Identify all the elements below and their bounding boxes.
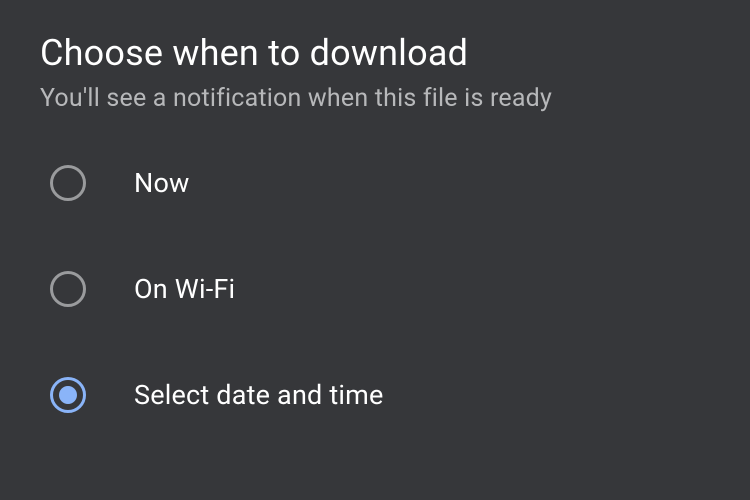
dialog-subtitle: You'll see a notification when this file… <box>40 84 710 113</box>
dialog-title: Choose when to download <box>40 32 710 74</box>
radio-button-icon <box>50 271 86 307</box>
radio-label: Now <box>134 167 190 199</box>
when-to-download-radio-group: Now On Wi-Fi Select date and time <box>40 165 710 413</box>
radio-label: On Wi-Fi <box>134 273 235 305</box>
radio-option-select-date-time[interactable]: Select date and time <box>50 377 710 413</box>
radio-option-now[interactable]: Now <box>50 165 710 201</box>
radio-label: Select date and time <box>134 379 384 411</box>
download-schedule-dialog: Choose when to download You'll see a not… <box>0 0 750 445</box>
radio-button-icon <box>50 165 86 201</box>
radio-button-icon <box>50 377 86 413</box>
radio-option-on-wifi[interactable]: On Wi-Fi <box>50 271 710 307</box>
radio-dot-icon <box>59 386 77 404</box>
